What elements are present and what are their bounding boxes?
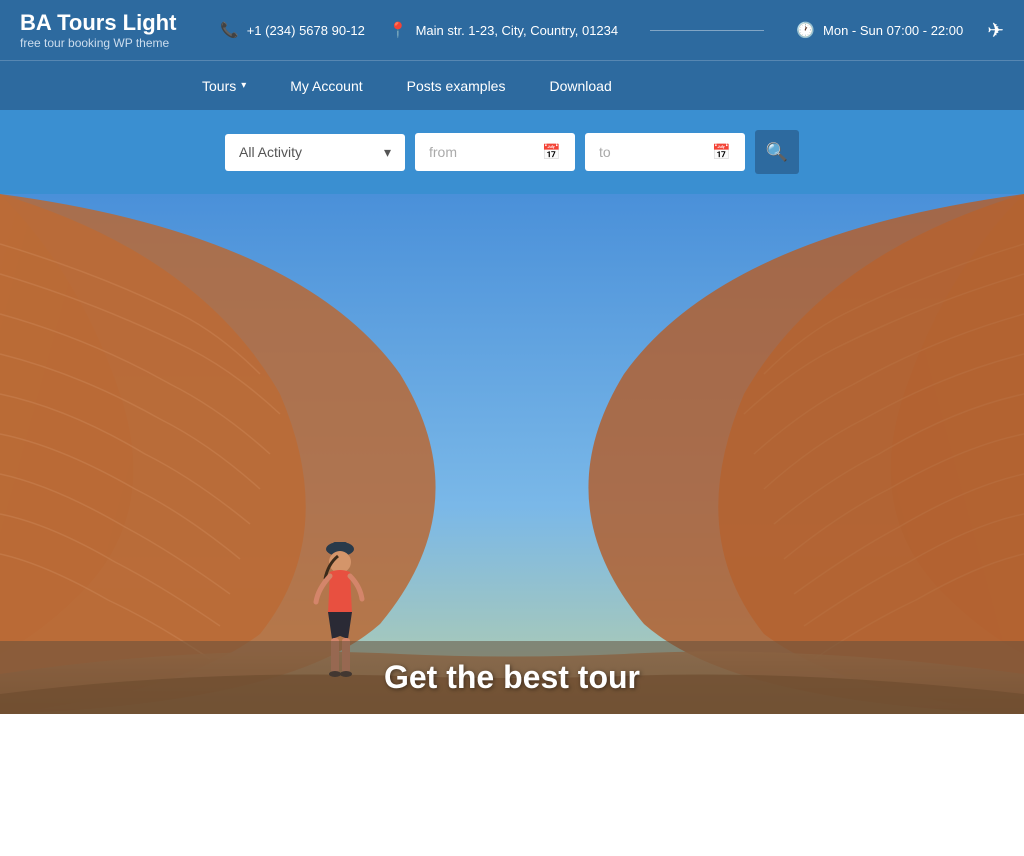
clock-icon: 🕐 <box>796 21 815 39</box>
from-date-input[interactable]: from 📅 <box>415 133 575 171</box>
nav-my-account-label: My Account <box>290 78 362 94</box>
top-bar: BA Tours Light free tour booking WP them… <box>0 0 1024 60</box>
activity-chevron-icon: ▾ <box>384 144 391 161</box>
nav-download-label: Download <box>549 78 611 94</box>
nav-posts-examples[interactable]: Posts examples <box>385 63 528 109</box>
phone-icon: 📞 <box>220 21 239 39</box>
logo: BA Tours Light free tour booking WP them… <box>20 10 180 50</box>
hours-text: Mon - Sun 07:00 - 22:00 <box>823 23 963 38</box>
nav-tours-label: Tours <box>202 78 236 94</box>
nav-download[interactable]: Download <box>527 63 633 109</box>
nav-tours[interactable]: Tours ▾ <box>180 63 268 109</box>
to-date-input[interactable]: to 📅 <box>585 133 745 171</box>
address-text: Main str. 1-23, City, Country, 01234 <box>416 23 619 38</box>
phone-contact: 📞 +1 (234) 5678 90-12 <box>220 21 365 39</box>
activity-dropdown[interactable]: All Activity ▾ <box>225 134 405 171</box>
divider <box>650 30 764 31</box>
logo-subtitle: free tour booking WP theme <box>20 36 180 50</box>
location-icon: 📍 <box>389 21 408 39</box>
address-contact: 📍 Main str. 1-23, City, Country, 01234 <box>389 21 618 39</box>
search-bar: All Activity ▾ from 📅 to 📅 🔍 <box>0 110 1024 194</box>
top-contact: 📞 +1 (234) 5678 90-12 📍 Main str. 1-23, … <box>220 18 1004 43</box>
hero-rocks <box>0 194 1024 714</box>
nav-my-account[interactable]: My Account <box>268 63 384 109</box>
plane-icon: ✈ <box>987 18 1004 43</box>
logo-title: BA Tours Light <box>20 10 180 36</box>
hero-section: Get the best tour <box>0 194 1024 714</box>
nav-bar: Tours ▾ My Account Posts examples Downlo… <box>0 60 1024 110</box>
search-icon: 🔍 <box>766 142 788 163</box>
from-calendar-icon: 📅 <box>542 143 561 161</box>
hero-overlay: Get the best tour <box>0 641 1024 714</box>
hero-tagline: Get the best tour <box>30 659 994 696</box>
phone-number: +1 (234) 5678 90-12 <box>247 23 365 38</box>
chevron-down-icon: ▾ <box>241 80 246 91</box>
from-placeholder: from <box>429 144 457 160</box>
hours-contact: 🕐 Mon - Sun 07:00 - 22:00 <box>796 21 963 39</box>
nav-posts-label: Posts examples <box>407 78 506 94</box>
to-placeholder: to <box>599 144 611 160</box>
activity-label: All Activity <box>239 144 302 160</box>
to-calendar-icon: 📅 <box>712 143 731 161</box>
search-button[interactable]: 🔍 <box>755 130 799 174</box>
